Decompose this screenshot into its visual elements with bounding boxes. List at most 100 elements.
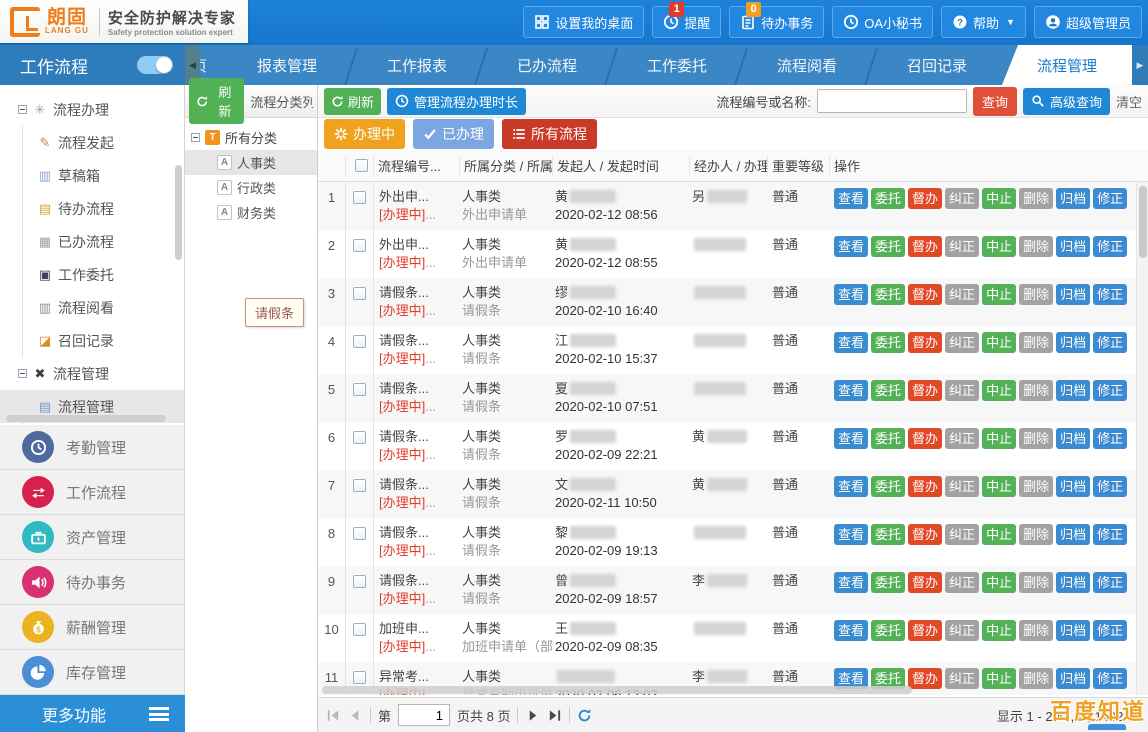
row-checkbox[interactable] <box>353 527 366 540</box>
row-checkbox[interactable] <box>353 239 366 252</box>
tab-召回记录[interactable]: 召回记录 <box>872 45 1002 85</box>
action-button-督办[interactable]: 督办 <box>908 188 942 209</box>
action-button-查看[interactable]: 查看 <box>834 524 868 545</box>
action-button-中止[interactable]: 中止 <box>982 188 1016 209</box>
action-button-归档[interactable]: 归档 <box>1056 476 1090 497</box>
action-button-纠正[interactable]: 纠正 <box>945 428 979 449</box>
action-button-纠正[interactable]: 纠正 <box>945 524 979 545</box>
action-button-督办[interactable]: 督办 <box>908 476 942 497</box>
module-资产管理[interactable]: 资产管理 <box>0 515 184 560</box>
action-button-删除[interactable]: 删除 <box>1019 236 1053 257</box>
row-checkbox[interactable] <box>353 575 366 588</box>
action-button-纠正[interactable]: 纠正 <box>945 236 979 257</box>
module-薪酬管理[interactable]: $薪酬管理 <box>0 605 184 650</box>
category-item-行政类[interactable]: A行政类 <box>185 175 317 200</box>
action-button-删除[interactable]: 删除 <box>1019 620 1053 641</box>
action-button-修正[interactable]: 修正 <box>1093 428 1127 449</box>
first-page-icon[interactable] <box>326 708 341 723</box>
row-checkbox[interactable] <box>353 671 366 684</box>
action-button-中止[interactable]: 中止 <box>982 380 1016 401</box>
list-refresh-button[interactable]: 刷新 <box>324 88 381 115</box>
action-button-委托[interactable]: 委托 <box>871 524 905 545</box>
action-button-委托[interactable]: 委托 <box>871 380 905 401</box>
action-button-查看[interactable]: 查看 <box>834 620 868 641</box>
sidebar-item-召回记录[interactable]: ◪召回记录 <box>23 324 184 357</box>
action-button-查看[interactable]: 查看 <box>834 380 868 401</box>
query-button[interactable]: 查询 <box>973 87 1017 116</box>
sidebar-item-草稿箱[interactable]: ▥草稿箱 <box>23 159 184 192</box>
action-button-纠正[interactable]: 纠正 <box>945 476 979 497</box>
sidebar-horizontal-scrollbar[interactable] <box>6 415 166 422</box>
action-button-纠正[interactable]: 纠正 <box>945 380 979 401</box>
action-button-修正[interactable]: 修正 <box>1093 620 1127 641</box>
sidebar-item-待办流程[interactable]: ▤待办流程 <box>23 192 184 225</box>
action-button-修正[interactable]: 修正 <box>1093 524 1127 545</box>
topbar-button-待办事务[interactable]: 待办事务0 <box>729 6 824 38</box>
row-checkbox[interactable] <box>353 191 366 204</box>
table-horizontal-scrollbar[interactable] <box>322 686 912 694</box>
module-考勤管理[interactable]: 考勤管理 <box>0 425 184 470</box>
action-button-修正[interactable]: 修正 <box>1093 332 1127 353</box>
tab-已办流程[interactable]: 已办流程 <box>482 45 612 85</box>
action-button-委托[interactable]: 委托 <box>871 476 905 497</box>
action-button-归档[interactable]: 归档 <box>1056 332 1090 353</box>
action-button-查看[interactable]: 查看 <box>834 236 868 257</box>
advanced-query-button[interactable]: 高级查询 <box>1023 88 1110 115</box>
action-button-修正[interactable]: 修正 <box>1093 188 1127 209</box>
action-button-督办[interactable]: 督办 <box>908 428 942 449</box>
action-button-纠正[interactable]: 纠正 <box>945 668 979 689</box>
topbar-button-OA小秘书[interactable]: OA小秘书 <box>832 6 933 38</box>
filter-button-所有流程[interactable]: 所有流程 <box>502 119 597 149</box>
sidebar-item-流程阅看[interactable]: ▥流程阅看 <box>23 291 184 324</box>
action-button-归档[interactable]: 归档 <box>1056 284 1090 305</box>
action-button-删除[interactable]: 删除 <box>1019 332 1053 353</box>
topbar-button-设置我的桌面[interactable]: 设置我的桌面 <box>523 6 644 38</box>
action-button-督办[interactable]: 督办 <box>908 620 942 641</box>
action-button-纠正[interactable]: 纠正 <box>945 620 979 641</box>
action-button-修正[interactable]: 修正 <box>1093 668 1127 689</box>
action-button-删除[interactable]: 删除 <box>1019 188 1053 209</box>
action-button-删除[interactable]: 删除 <box>1019 524 1053 545</box>
action-button-中止[interactable]: 中止 <box>982 284 1016 305</box>
filter-button-办理中[interactable]: 办理中 <box>324 119 405 149</box>
page-number-input[interactable] <box>398 704 450 726</box>
action-button-归档[interactable]: 归档 <box>1056 236 1090 257</box>
action-button-删除[interactable]: 删除 <box>1019 476 1053 497</box>
tree-group-流程办理[interactable]: ✳流程办理 <box>0 93 184 126</box>
sidebar-item-工作委托[interactable]: ▣工作委托 <box>23 258 184 291</box>
row-checkbox[interactable] <box>353 431 366 444</box>
action-button-删除[interactable]: 删除 <box>1019 428 1053 449</box>
row-checkbox[interactable] <box>353 479 366 492</box>
category-item-人事类[interactable]: A人事类 <box>185 150 317 175</box>
action-button-督办[interactable]: 督办 <box>908 380 942 401</box>
action-button-中止[interactable]: 中止 <box>982 428 1016 449</box>
action-button-中止[interactable]: 中止 <box>982 668 1016 689</box>
collapse-icon[interactable] <box>18 369 27 378</box>
topbar-button-帮助[interactable]: ?帮助▼ <box>941 6 1026 38</box>
table-vertical-scrollbar[interactable] <box>1136 182 1148 695</box>
tab-工作报表[interactable]: 工作报表 <box>352 45 482 85</box>
action-button-督办[interactable]: 督办 <box>908 284 942 305</box>
row-checkbox[interactable] <box>353 335 366 348</box>
action-button-纠正[interactable]: 纠正 <box>945 188 979 209</box>
filter-button-已办理[interactable]: 已办理 <box>413 119 494 149</box>
action-button-归档[interactable]: 归档 <box>1056 668 1090 689</box>
action-button-中止[interactable]: 中止 <box>982 524 1016 545</box>
manage-duration-button[interactable]: 管理流程办理时长 <box>387 88 526 115</box>
action-button-督办[interactable]: 督办 <box>908 524 942 545</box>
action-button-督办[interactable]: 督办 <box>908 332 942 353</box>
topbar-button-超级管理员[interactable]: 超级管理员 <box>1034 6 1142 38</box>
action-button-中止[interactable]: 中止 <box>982 476 1016 497</box>
action-button-委托[interactable]: 委托 <box>871 236 905 257</box>
action-button-修正[interactable]: 修正 <box>1093 284 1127 305</box>
action-button-中止[interactable]: 中止 <box>982 332 1016 353</box>
tab-工作委托[interactable]: 工作委托 <box>612 45 742 85</box>
category-item-财务类[interactable]: A财务类 <box>185 200 317 225</box>
action-button-归档[interactable]: 归档 <box>1056 428 1090 449</box>
tabs-scroll-right-icon[interactable]: ▶ <box>1132 45 1148 85</box>
sidebar-vertical-scrollbar[interactable] <box>175 165 182 260</box>
module-工作流程[interactable]: 工作流程 <box>0 470 184 515</box>
module-库存管理[interactable]: 库存管理 <box>0 650 184 695</box>
sidebar-item-流程发起[interactable]: ✎流程发起 <box>23 126 184 159</box>
action-button-纠正[interactable]: 纠正 <box>945 284 979 305</box>
